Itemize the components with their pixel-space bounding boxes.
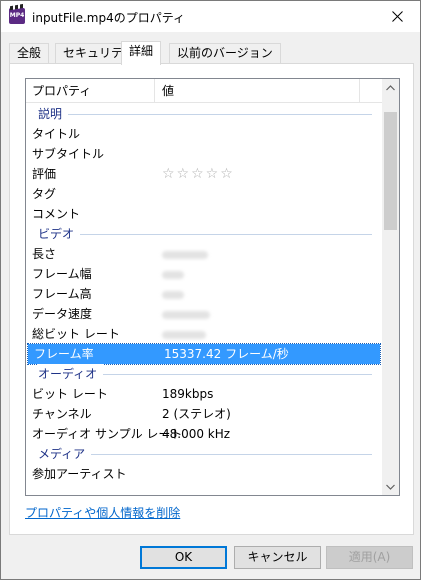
group-video: ビデオ: [26, 224, 382, 244]
list-item-sample-rate[interactable]: オーディオ サンプル レート 48.000 kHz: [26, 424, 382, 444]
property-name: チャンネル: [32, 407, 92, 421]
property-name: 総ビット レート: [32, 327, 120, 341]
list-header: プロパティ 値: [26, 79, 382, 103]
column-header-value[interactable]: 値: [156, 79, 360, 103]
property-value[interactable]: 189kbps: [162, 384, 213, 404]
column-header-property[interactable]: プロパティ: [26, 79, 155, 103]
blurred-value: [162, 324, 206, 344]
property-name: データ速度: [32, 307, 93, 321]
group-label: 説明: [38, 104, 69, 124]
property-name: オーディオ サンプル レート: [32, 427, 183, 441]
property-name: フレーム高: [32, 287, 92, 301]
property-value[interactable]: 15337.42 フレーム/秒: [164, 344, 289, 364]
group-label: ビデオ: [38, 224, 81, 244]
window-title: inputFile.mp4のプロパティ: [32, 11, 185, 25]
mp4-file-icon: MP4: [9, 8, 25, 24]
list-rows: 説明 タイトル サブタイトル 評価 ☆☆☆☆☆ タグ コメント ビデオ 長さ フ…: [26, 104, 382, 484]
list-item-channels[interactable]: チャンネル 2 (ステレオ): [26, 404, 382, 424]
scroll-down-button[interactable]: [382, 478, 399, 495]
group-label: オーディオ: [38, 364, 104, 384]
group-description: 説明: [26, 104, 382, 124]
list-item-title[interactable]: タイトル: [26, 124, 382, 144]
tab-general[interactable]: 全般: [9, 43, 50, 64]
group-audio: オーディオ: [26, 364, 382, 384]
property-name: タイトル: [32, 127, 81, 141]
list-item-data-rate[interactable]: データ速度: [26, 304, 382, 324]
list-item-frame-rate[interactable]: フレーム率 15337.42 フレーム/秒: [27, 343, 381, 365]
close-button[interactable]: [374, 1, 420, 32]
property-name: ビット レート: [32, 387, 108, 401]
property-name: タグ: [32, 187, 57, 201]
blurred-value: [162, 304, 210, 324]
property-value[interactable]: 2 (ステレオ): [162, 404, 231, 424]
group-divider: [38, 114, 372, 115]
cancel-button[interactable]: キャンセル: [234, 546, 321, 569]
list-item-contributing-artists[interactable]: 参加アーティスト: [26, 464, 382, 484]
blurred-value: [162, 264, 184, 284]
properties-list[interactable]: プロパティ 値 説明 タイトル サブタイトル 評価 ☆☆☆☆☆ タグ コメント …: [25, 78, 400, 496]
chevron-down-icon: [386, 484, 395, 490]
scroll-up-button[interactable]: [382, 79, 399, 96]
group-divider: [38, 234, 372, 235]
list-item-bitrate[interactable]: ビット レート 189kbps: [26, 384, 382, 404]
rating-stars[interactable]: ☆☆☆☆☆: [162, 164, 235, 184]
blurred-value: [162, 284, 184, 304]
tab-details[interactable]: 詳細: [121, 41, 162, 65]
list-item-subtitle[interactable]: サブタイトル: [26, 144, 382, 164]
list-item-comment[interactable]: コメント: [26, 204, 382, 224]
group-label: メディア: [38, 444, 92, 464]
property-name: フレーム幅: [32, 267, 92, 281]
chevron-up-icon: [386, 84, 395, 90]
list-item-tags[interactable]: タグ: [26, 184, 382, 204]
property-value[interactable]: 48.000 kHz: [162, 424, 230, 444]
title-bar: MP4 inputFile.mp4のプロパティ: [1, 1, 420, 32]
list-item-rating[interactable]: 評価 ☆☆☆☆☆: [26, 164, 382, 184]
list-item-frame-height[interactable]: フレーム高: [26, 284, 382, 304]
property-name: 長さ: [32, 247, 57, 261]
property-name: コメント: [32, 207, 81, 221]
group-media: メディア: [26, 444, 382, 464]
details-panel: プロパティ 値 説明 タイトル サブタイトル 評価 ☆☆☆☆☆ タグ コメント …: [9, 63, 414, 535]
scrollbar-thumb[interactable]: [384, 112, 397, 230]
property-name: 参加アーティスト: [32, 467, 127, 481]
property-name: サブタイトル: [32, 147, 105, 161]
property-name: フレーム率: [34, 347, 94, 361]
ok-button[interactable]: OK: [140, 546, 227, 569]
close-icon: [391, 11, 403, 22]
tab-previous-versions[interactable]: 以前のバージョン: [169, 43, 281, 64]
remove-properties-link[interactable]: プロパティや個人情報を削除: [25, 504, 180, 521]
blurred-value: [162, 244, 208, 264]
properties-dialog: MP4 inputFile.mp4のプロパティ 全般 セキュリティ 詳細 以前の…: [0, 0, 421, 580]
vertical-scrollbar[interactable]: [382, 79, 399, 495]
apply-button[interactable]: 適用(A): [326, 546, 413, 569]
list-item-total-bitrate[interactable]: 総ビット レート: [26, 324, 382, 344]
list-item-length[interactable]: 長さ: [26, 244, 382, 264]
property-name: 評価: [32, 167, 57, 181]
list-item-frame-width[interactable]: フレーム幅: [26, 264, 382, 284]
